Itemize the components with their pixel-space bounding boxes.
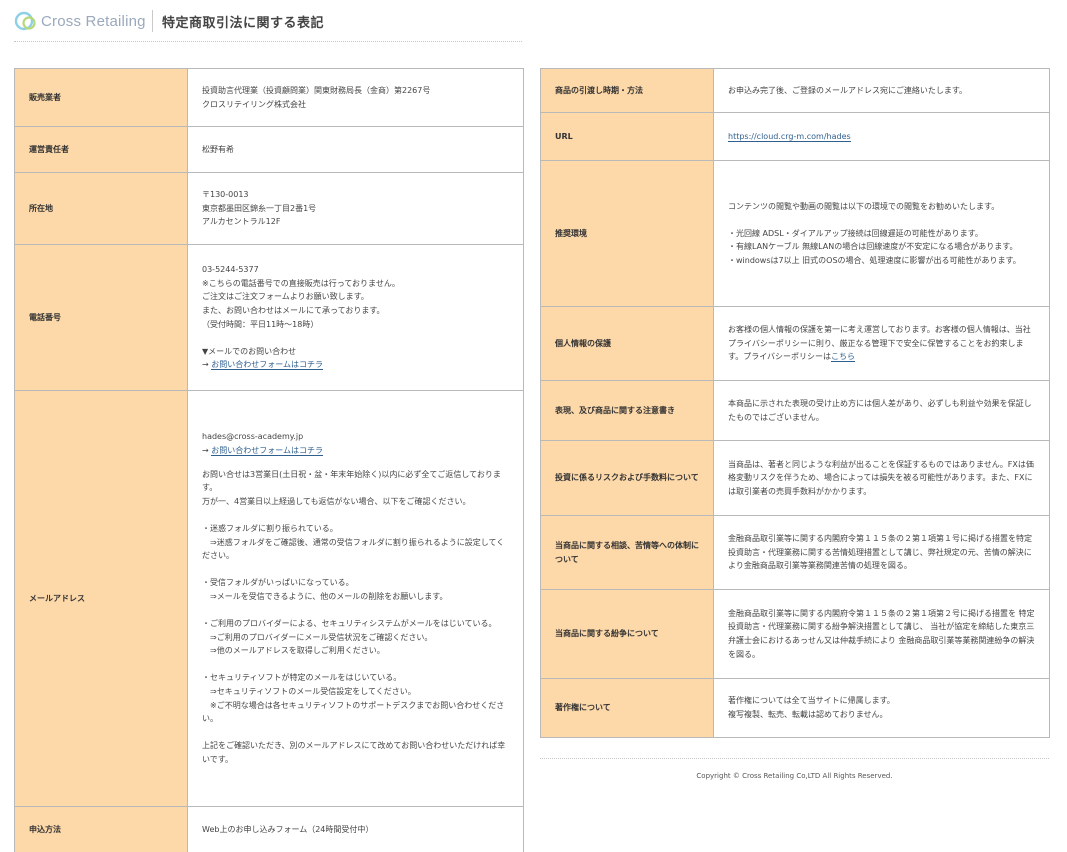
row-label-environment: 推奨環境 (540, 160, 714, 307)
service-url-link[interactable]: https://cloud.crg-m.com/hades (728, 131, 851, 142)
privacy-text: お客様の個人情報の保護を第一に考え運営しております。お客様の個人情報は、当社プラ… (728, 325, 1031, 362)
row-label-phone: 電話番号 (14, 244, 188, 391)
row-label-complaints: 当商品に関する相談、苦情等への体制について (540, 515, 714, 590)
table-row: 商品の引渡し時期・方法 お申込み完了後、ご登録のメールアドレス宛にご連絡いたしま… (540, 68, 1050, 113)
row-value-copyright: 著作権については全て当サイトに帰属します。 複写複製、転売、転載は認めておりませ… (713, 678, 1050, 738)
privacy-policy-link[interactable]: こちら (831, 352, 856, 363)
row-value-address: 〒130-0013 東京都墨田区錦糸一丁目2番1号 アルカセントラル12F (187, 172, 524, 245)
row-label-address: 所在地 (14, 172, 188, 245)
row-label-manager: 運営責任者 (14, 126, 188, 173)
table-row: 個人情報の保護 お客様の個人情報の保護を第一に考え運営しております。お客様の個人… (540, 306, 1050, 381)
row-value-disclaimer: 本商品に示された表現の受け止め方には個人差があり、必ずしも利益や効果を保証したも… (713, 380, 1050, 441)
arrow-prefix: → (202, 445, 212, 455)
table-row: 表現、及び商品に関する注意書き 本商品に示された表現の受け止め方には個人差があり… (540, 380, 1050, 441)
table-row: 所在地 〒130-0013 東京都墨田区錦糸一丁目2番1号 アルカセントラル12… (14, 172, 524, 245)
row-label-copyright: 著作権について (540, 678, 714, 738)
phone-contact-link-line: → お問い合わせフォームはコチラ (202, 358, 509, 372)
left-info-table: 販売業者 投資助言代理業（投資顧問業）関東財務局長（金商）第2267号 クロスリ… (14, 68, 524, 852)
page-header: Cross Retailing 特定商取引法に関する表記 (14, 8, 522, 42)
cross-retailing-logo-icon (14, 11, 36, 31)
row-value-seller: 投資助言代理業（投資顧問業）関東財務局長（金商）第2267号 クロスリテイリング… (187, 68, 524, 127)
row-value-environment: コンテンツの閲覧や動画の閲覧は以下の環境での閲覧をお勧めいたします。 ・光回線 … (713, 160, 1050, 307)
row-label-privacy: 個人情報の保護 (540, 306, 714, 381)
email-address[interactable]: hades@cross-academy.jp (202, 430, 509, 444)
table-row: 販売業者 投資助言代理業（投資顧問業）関東財務局長（金商）第2267号 クロスリ… (14, 68, 524, 127)
table-row: メールアドレス hades@cross-academy.jp → お問い合わせフ… (14, 390, 524, 807)
row-value-privacy: お客様の個人情報の保護を第一に考え運営しております。お客様の個人情報は、当社プラ… (713, 306, 1050, 381)
copyright-text: Copyright © Cross Retailing Co,LTD All R… (696, 772, 893, 780)
row-label-application: 申込方法 (14, 806, 188, 852)
table-row: 電話番号 03-5244-5377 ※こちらの電話番号での直接販売は行っておりま… (14, 244, 524, 391)
footer-divider (540, 758, 1049, 759)
arrow-prefix: → (202, 360, 212, 370)
logo[interactable]: Cross Retailing (14, 10, 146, 32)
row-value-delivery: お申込み完了後、ご登録のメールアドレス宛にご連絡いたします。 (713, 68, 1050, 113)
email-contact-link-line: → お問い合わせフォームはコチラ (202, 444, 509, 458)
row-value-manager: 松野有希 (187, 126, 524, 173)
table-row: URL https://cloud.crg-m.com/hades (540, 112, 1050, 161)
page-title: 特定商取引法に関する表記 (162, 16, 325, 31)
contact-form-link[interactable]: お問い合わせフォームはコチラ (211, 445, 324, 456)
row-label-delivery: 商品の引渡し時期・方法 (540, 68, 714, 113)
row-value-phone: 03-5244-5377 ※こちらの電話番号での直接販売は行っておりません。 ご… (187, 244, 524, 391)
table-row: 著作権について 著作権については全て当サイトに帰属します。 複写複製、転売、転載… (540, 678, 1050, 738)
row-value-risk: 当商品は、著者と同じような利益が出ることを保証するものではありません。FXは価格… (713, 440, 1050, 516)
row-value-url: https://cloud.crg-m.com/hades (713, 112, 1050, 161)
row-value-email: hades@cross-academy.jp → お問い合わせフォームはコチラ … (187, 390, 524, 807)
row-value-application: Web上のお申し込みフォーム（24時間受付中） (187, 806, 524, 852)
table-row: 申込方法 Web上のお申し込みフォーム（24時間受付中） (14, 806, 524, 852)
table-row: 推奨環境 コンテンツの閲覧や動画の閲覧は以下の環境での閲覧をお勧めいたします。 … (540, 160, 1050, 307)
table-row: 当商品に関する相談、苦情等への体制について 金融商品取引業等に関する内閣府令第１… (540, 515, 1050, 590)
row-value-complaints: 金融商品取引業等に関する内閣府令第１１５条の２第１項第１号に掲げる措置を特定投資… (713, 515, 1050, 590)
logo-text: Cross Retailing (41, 12, 146, 30)
row-label-email: メールアドレス (14, 390, 188, 807)
phone-text: 03-5244-5377 ※こちらの電話番号での直接販売は行っておりません。 ご… (202, 265, 400, 356)
row-value-disputes: 金融商品取引業等に関する内閣府令第１１５条の２第１項第２号に掲げる措置を 特定投… (713, 589, 1050, 679)
table-row: 投資に係るリスクおよび手数料について 当商品は、著者と同じような利益が出ることを… (540, 440, 1050, 516)
table-row: 運営責任者 松野有希 (14, 126, 524, 173)
row-label-disclaimer: 表現、及び商品に関する注意書き (540, 380, 714, 441)
row-label-seller: 販売業者 (14, 68, 188, 127)
header-divider (152, 10, 153, 32)
table-row: 当商品に関する紛争について 金融商品取引業等に関する内閣府令第１１５条の２第１項… (540, 589, 1050, 679)
contact-form-link[interactable]: お問い合わせフォームはコチラ (211, 360, 324, 371)
row-label-url: URL (540, 112, 714, 161)
row-label-risk: 投資に係るリスクおよび手数料について (540, 440, 714, 516)
right-info-table: 商品の引渡し時期・方法 お申込み完了後、ご登録のメールアドレス宛にご連絡いたしま… (540, 68, 1050, 738)
email-notes: お問い合せは3営業日(土日祝・盆・年末年始除く)以内に必ず全てご返信しております… (202, 469, 506, 765)
row-label-disputes: 当商品に関する紛争について (540, 589, 714, 679)
